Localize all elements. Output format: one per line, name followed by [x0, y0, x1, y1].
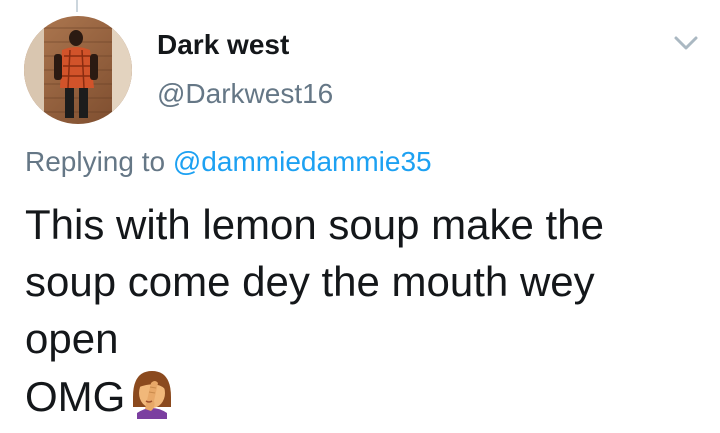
tweet-text-line-with-emoji: OMG — [25, 367, 695, 425]
tweet-text-line: OMG — [25, 373, 126, 420]
avatar-photo — [24, 16, 132, 124]
avatar[interactable] — [24, 16, 132, 124]
tweet-text-line: soup come dey the mouth wey — [25, 258, 595, 305]
thread-connector-line — [76, 0, 78, 12]
chevron-down-icon[interactable] — [672, 30, 700, 56]
author-display-name[interactable]: Dark west — [157, 29, 289, 61]
author-handle[interactable]: @Darkwest16 — [157, 78, 333, 110]
woman-facepalming-emoji — [129, 367, 175, 419]
replying-to-label: Replying to — [25, 146, 166, 177]
tweet-text-line: open — [25, 315, 119, 362]
tweet-text-line: This with lemon soup make the — [25, 201, 604, 248]
tweet-text: This with lemon soup make the soup come … — [25, 196, 695, 425]
reply-mention-link[interactable]: @dammiedammie35 — [173, 146, 432, 177]
replying-to-line: Replying to @dammiedammie35 — [25, 146, 432, 178]
